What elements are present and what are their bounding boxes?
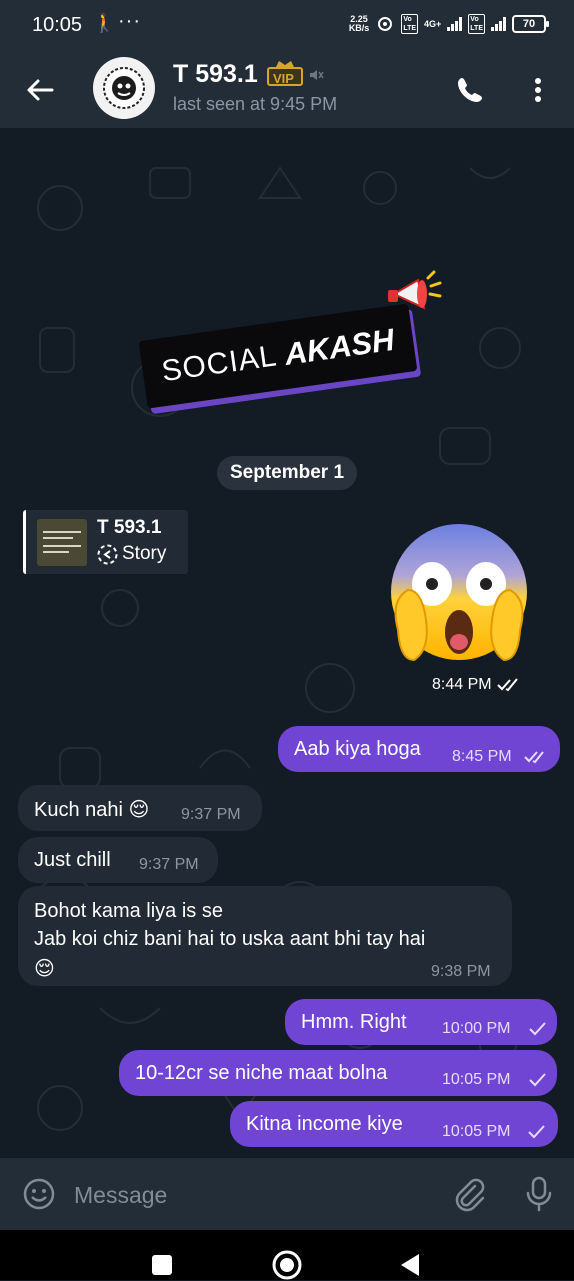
story-thumbnail [37, 519, 87, 566]
message-bubble-outgoing[interactable]: Kitna income kiye 10:05 PM [230, 1101, 558, 1147]
message-bubble-outgoing[interactable]: Aab kiya hoga 8:45 PM [278, 726, 560, 772]
message-bubble-outgoing[interactable]: 10-12cr se niche maat bolna 10:05 PM [119, 1050, 557, 1096]
message-time: 10:00 PM [442, 1020, 511, 1037]
story-sender-name: T 593.1 [97, 517, 162, 538]
back-arrow-icon [27, 79, 54, 101]
smile-icon[interactable] [22, 1177, 56, 1211]
chat-header: T 593.1 VIP last seen at 9:45 PM [0, 50, 574, 128]
double-check-icon [524, 751, 544, 764]
phone-icon[interactable] [454, 74, 486, 106]
message-time: 8:44 PM [432, 676, 492, 693]
message-time: 9:38 PM [431, 963, 491, 980]
message-text: Kuch nahi 😌 [34, 799, 150, 821]
emoji-message-meta: 8:44 PM [432, 673, 521, 697]
megaphone-icon [388, 270, 442, 310]
volte-icon: Vo LTE [401, 14, 419, 34]
more-vert-icon[interactable] [526, 74, 550, 106]
message-composer [0, 1158, 574, 1230]
message-text-line-1: Bohot kama liya is se [34, 900, 223, 922]
message-text: 10-12cr se niche maat bolna [135, 1062, 388, 1084]
message-bubble-incoming[interactable]: Just chill 9:37 PM [18, 837, 218, 883]
signal-icon-2 [491, 17, 506, 31]
message-input[interactable] [72, 1176, 436, 1214]
contact-name[interactable]: T 593.1 [173, 60, 258, 89]
message-text: Hmm. Right [301, 1011, 407, 1033]
avatar-logo [103, 67, 145, 109]
message-text: Just chill [34, 849, 111, 871]
message-text-line-3: 😌 [34, 958, 55, 980]
status-bar: 10:05 🚶 ··· 2.25 KB/s Vo LTE 4G+ Vo LTE 70 [0, 0, 574, 50]
message-time: 9:37 PM [139, 856, 199, 873]
message-time: 9:37 PM [181, 806, 241, 823]
last-seen: last seen at 9:45 PM [173, 94, 338, 114]
battery-icon: 70 [512, 15, 549, 33]
screaming-face-emoji[interactable] [388, 520, 530, 668]
status-time: 10:05 [32, 14, 83, 36]
single-check-icon [529, 1073, 546, 1087]
hotspot-icon [378, 17, 393, 31]
message-bubble-outgoing[interactable]: Hmm. Right 10:00 PM [285, 999, 557, 1045]
recents-button[interactable] [152, 1255, 172, 1275]
vip-badge-text: VIP [273, 71, 294, 86]
message-bubble-incoming[interactable]: Kuch nahi 😌 9:37 PM [18, 785, 262, 831]
mute-icon [310, 70, 324, 80]
network-type: 4G+ [424, 19, 442, 29]
home-button[interactable] [271, 1249, 303, 1281]
message-time: 10:05 PM [442, 1123, 511, 1140]
banner-word-social: SOCIAL [159, 339, 280, 389]
story-reply-icon [97, 544, 118, 565]
back-nav-button[interactable] [399, 1253, 421, 1277]
message-text-line-2: Jab koi chiz bani hai to uska aant bhi t… [34, 928, 426, 950]
message-time: 8:45 PM [452, 748, 512, 765]
volte-icon-2: Vo LTE [468, 14, 485, 34]
net-speed: 2.25 KB/s [349, 15, 370, 33]
more-notifications-icon: ··· [118, 10, 141, 32]
banner-word-akash: AKASH [282, 321, 397, 372]
walk-icon: 🚶 [93, 13, 116, 33]
message-text: Aab kiya hoga [294, 738, 421, 760]
attach-icon[interactable] [452, 1176, 486, 1212]
message-time: 10:05 PM [442, 1071, 511, 1088]
date-separator: September 1 [217, 456, 357, 490]
double-check-icon [496, 678, 518, 692]
message-bubble-incoming[interactable]: Bohot kama liya is se Jab koi chiz bani … [18, 886, 512, 986]
single-check-icon [529, 1022, 546, 1036]
mic-icon[interactable] [524, 1175, 554, 1213]
story-label: Story [122, 543, 167, 564]
message-text: Kitna income kiye [246, 1113, 403, 1135]
net-speed-unit: KB/s [348, 23, 370, 33]
story-reply-card[interactable]: T 593.1 Story [23, 510, 188, 574]
status-indicators: 2.25 KB/s Vo LTE 4G+ Vo LTE 70 [349, 14, 549, 34]
single-check-icon [528, 1125, 545, 1139]
signal-icon [447, 17, 463, 31]
avatar[interactable] [93, 57, 155, 119]
back-button[interactable] [22, 72, 58, 108]
